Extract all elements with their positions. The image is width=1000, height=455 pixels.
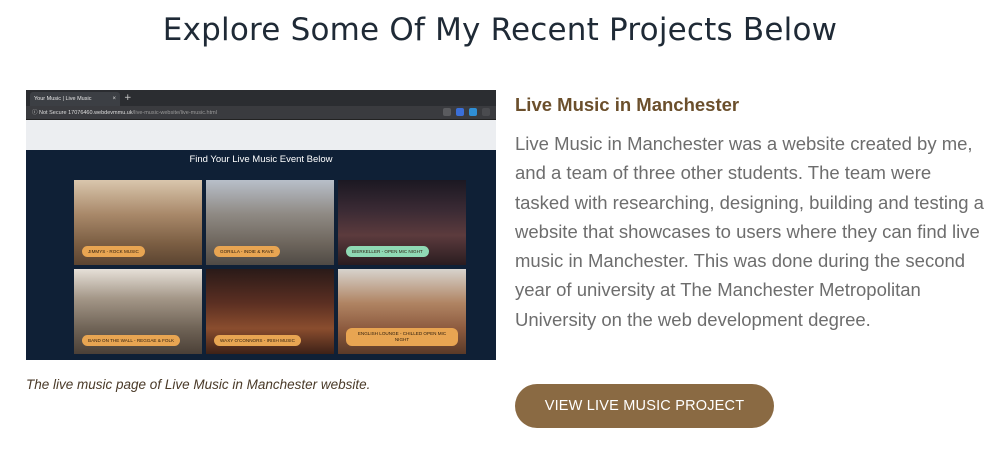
venue-label: BIERKELLER - OPEN MIC NIGHT bbox=[346, 246, 429, 257]
venue-label: GORILLA - INDIE & RAVE bbox=[214, 246, 280, 257]
project-screenshot: Your Music | Live Music × + ⓘ Not Secure… bbox=[26, 90, 496, 360]
extension-icon bbox=[482, 108, 490, 116]
view-project-button[interactable]: VIEW LIVE MUSIC PROJECT bbox=[515, 384, 774, 428]
security-indicator: ⓘ Not Secure bbox=[32, 110, 67, 116]
browser-tab-title: Your Music | Live Music bbox=[34, 96, 92, 102]
browser-tab-bar: Your Music | Live Music × + bbox=[26, 90, 496, 106]
url-path: /live-music-website/live-music.html bbox=[132, 110, 217, 116]
project-description: Live Music in Manchester was a website c… bbox=[515, 133, 984, 330]
venue-card: ENGLISH LOUNGE - CHILLED OPEN MIC NIGHT bbox=[338, 269, 466, 354]
browser-url: ⓘ Not Secure 17076460.webdevmmu.uk/live-… bbox=[32, 108, 217, 118]
browser-extension-icons bbox=[443, 108, 490, 116]
venue-label: ENGLISH LOUNGE - CHILLED OPEN MIC NIGHT bbox=[346, 328, 458, 346]
close-icon: × bbox=[112, 96, 116, 102]
browser-tab: Your Music | Live Music × bbox=[30, 92, 120, 106]
venue-label: JIMMYS - ROCK MUSIC bbox=[82, 246, 145, 257]
venue-card: JIMMYS - ROCK MUSIC bbox=[74, 180, 202, 265]
url-host: 17076460.webdevmmu.uk bbox=[68, 110, 133, 116]
extension-icon bbox=[456, 108, 464, 116]
project-title: Live Music in Manchester bbox=[515, 94, 740, 115]
star-icon bbox=[443, 108, 451, 116]
venue-label: WAXY O'CONNORS - IRISH MUSIC bbox=[214, 335, 301, 346]
section-heading: Explore Some Of My Recent Projects Below bbox=[162, 12, 838, 48]
venue-card: BIERKELLER - OPEN MIC NIGHT bbox=[338, 180, 466, 265]
browser-url-bar: ⓘ Not Secure 17076460.webdevmmu.uk/live-… bbox=[26, 106, 496, 120]
site-header-strip bbox=[26, 120, 496, 150]
new-tab-icon: + bbox=[124, 93, 132, 103]
venue-card: GORILLA - INDIE & RAVE bbox=[206, 180, 334, 265]
venue-card: BAND ON THE WALL - REGGAE & FOLK bbox=[74, 269, 202, 354]
extension-icon bbox=[469, 108, 477, 116]
screenshot-page-title: Find Your Live Music Event Below bbox=[189, 154, 333, 165]
venue-grid: JIMMYS - ROCK MUSIC GORILLA - INDIE & RA… bbox=[74, 180, 466, 354]
screenshot-caption: The live music page of Live Music in Man… bbox=[26, 377, 371, 392]
venue-label: BAND ON THE WALL - REGGAE & FOLK bbox=[82, 335, 181, 346]
venue-card: WAXY O'CONNORS - IRISH MUSIC bbox=[206, 269, 334, 354]
